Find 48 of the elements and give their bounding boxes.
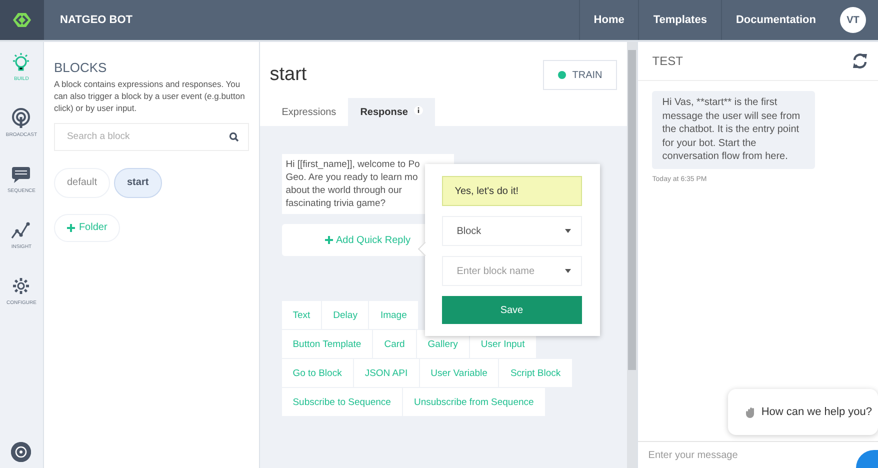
component-button[interactable]: Image	[369, 301, 418, 330]
panel-description: A block contains expressions and responses. You can also trigger a block by a user event (e.g.button click) or by user input.	[54, 79, 246, 115]
chat-launcher-button[interactable]	[856, 450, 878, 468]
broadcast-icon[interactable]	[10, 108, 32, 129]
hand-icon	[746, 406, 756, 418]
component-button[interactable]: Delay	[322, 301, 368, 330]
component-button[interactable]: Button Template	[282, 330, 372, 358]
component-button[interactable]: Script Block	[499, 359, 572, 388]
chat-message: Hi Vas, **start** is the first message the user will see from the chatbot. It is the entry point for your bot. Start the conversation flow from here.	[652, 91, 816, 168]
block-name-select[interactable]: Enter block name	[442, 256, 582, 286]
panel-title: TEST	[652, 54, 683, 68]
component-button[interactable]: JSON API	[354, 359, 419, 388]
component-button[interactable]: Unsubscribe from Sequence	[402, 388, 545, 416]
panel-title: BLOCKS	[54, 60, 108, 75]
component-button[interactable]: Card	[373, 330, 416, 358]
app-title: NATGEO BOT	[60, 14, 134, 26]
block-chip[interactable]: start	[114, 168, 162, 198]
chat-icon[interactable]	[10, 164, 32, 185]
block-chip[interactable]: default	[54, 168, 110, 198]
nav-link[interactable]: Templates	[638, 0, 721, 40]
caret-icon	[564, 229, 571, 233]
info-icon[interactable]	[414, 106, 423, 115]
logo-icon	[12, 12, 32, 28]
user-avatar[interactable]: VT	[840, 7, 866, 33]
add-folder-button[interactable]: Folder	[54, 214, 120, 242]
help-bubble[interactable]: How can we help you?	[728, 389, 878, 435]
plus-icon	[324, 236, 333, 244]
refresh-icon[interactable]	[852, 53, 868, 69]
tab[interactable]: Response	[348, 98, 435, 126]
reply-input[interactable]: Yes, let's do it!	[442, 176, 582, 206]
caret-icon	[564, 269, 571, 273]
component-button[interactable]: Go to Block	[282, 359, 353, 388]
search-icon[interactable]	[228, 132, 239, 142]
block-title: start	[270, 64, 307, 86]
nav-link[interactable]: Home	[578, 0, 638, 40]
train-button[interactable]: TRAIN	[543, 60, 618, 90]
type-select[interactable]: Block	[442, 216, 582, 246]
status-dot-icon	[558, 71, 566, 79]
nav-link[interactable]: Documentation	[720, 0, 830, 40]
component-button[interactable]: Text	[282, 301, 322, 330]
scrollbar-thumb[interactable]	[628, 50, 636, 370]
message-input[interactable]: Enter your message	[638, 442, 854, 468]
save-button[interactable]: Save	[442, 296, 582, 324]
chart-icon[interactable]	[10, 220, 32, 241]
plus-icon	[66, 224, 75, 232]
search-field[interactable]: Search a block	[54, 122, 249, 151]
component-button[interactable]: User Variable	[420, 359, 498, 388]
component-button[interactable]: Subscribe to Sequence	[282, 388, 402, 416]
